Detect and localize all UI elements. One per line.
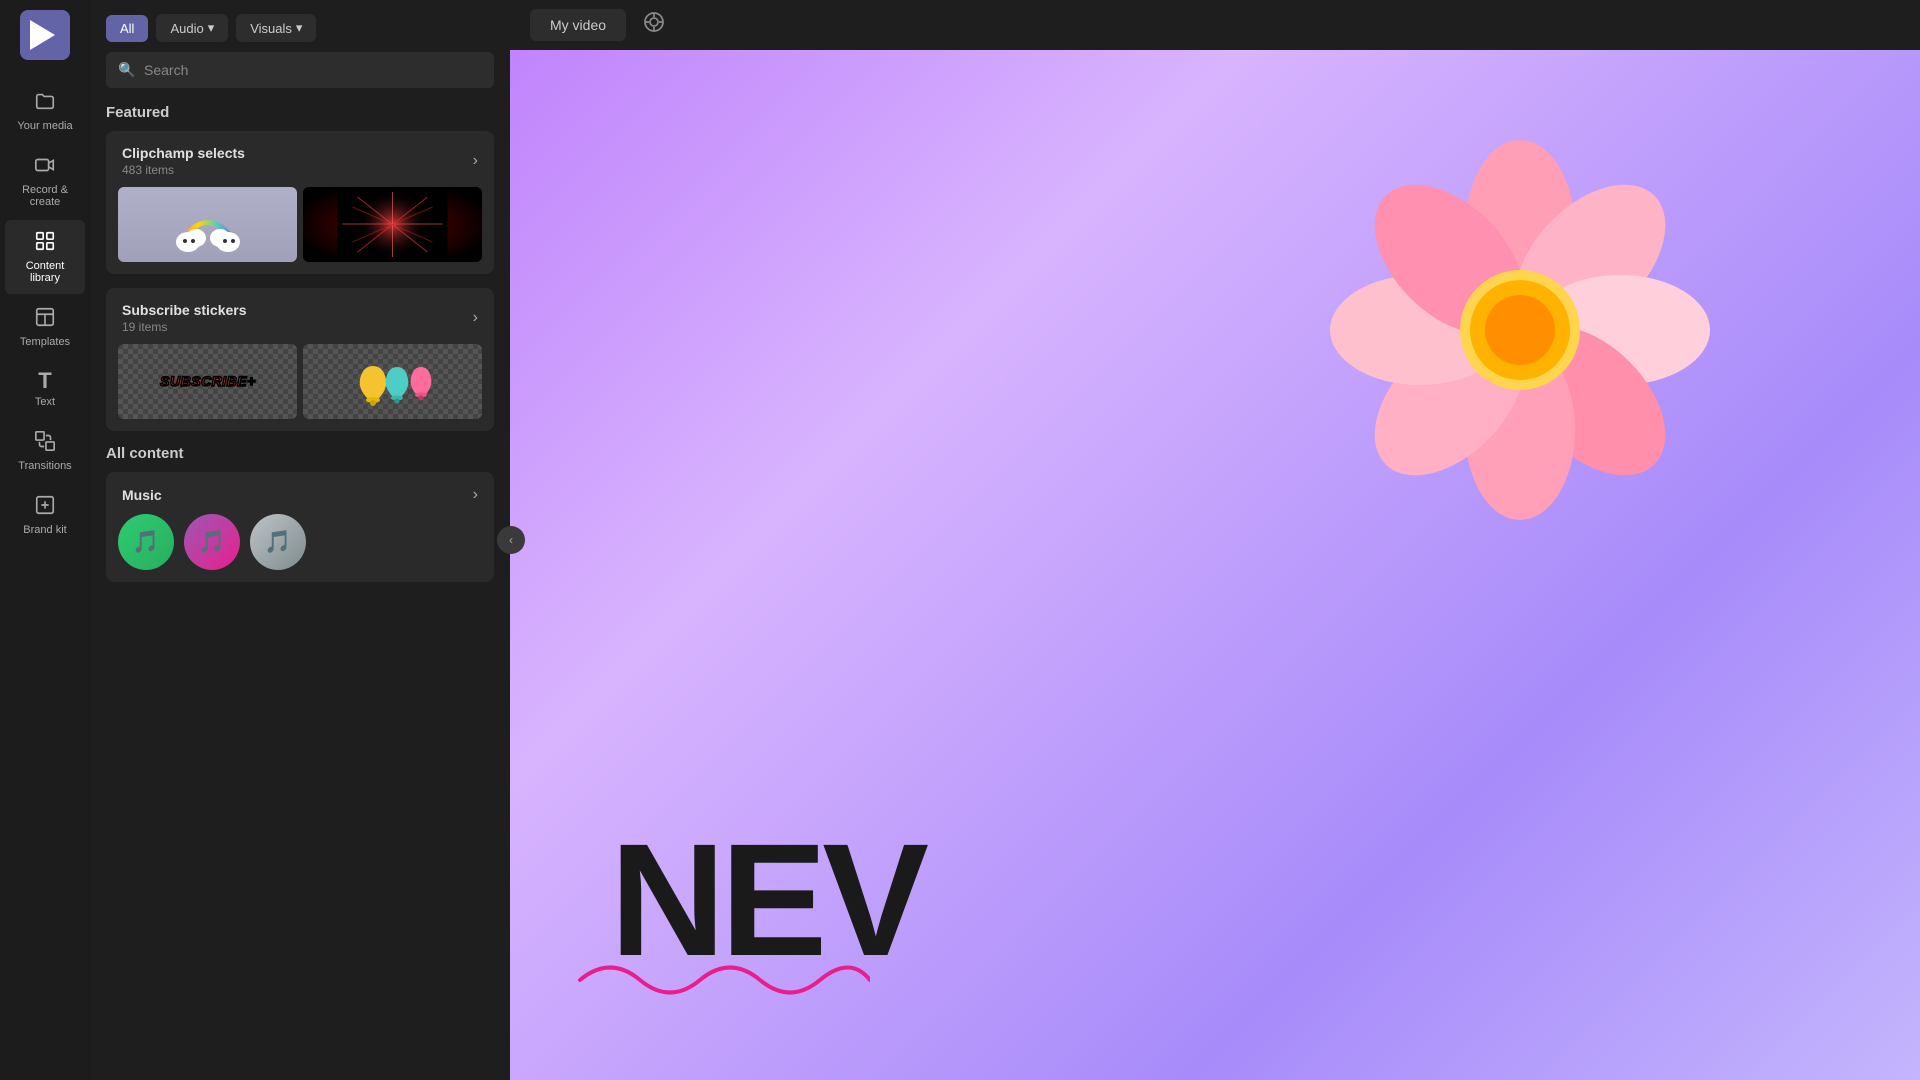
sidebar-item-label: Contentlibrary bbox=[26, 260, 65, 284]
search-input[interactable] bbox=[106, 52, 494, 88]
video-title-button[interactable]: My video bbox=[530, 9, 626, 41]
sidebar-item-record-create[interactable]: Record &create bbox=[5, 144, 85, 218]
chevron-right-icon: › bbox=[473, 486, 478, 504]
sidebar-item-label: Templates bbox=[20, 336, 70, 348]
search-icon: 🔍 bbox=[118, 62, 135, 79]
content-panel: All Audio ▾ Visuals ▾ 🔍 Featured Clipcha… bbox=[90, 0, 510, 1080]
collapse-panel-button[interactable]: ‹ bbox=[497, 526, 525, 554]
preview-header: My video bbox=[510, 0, 1920, 50]
filter-visuals-button[interactable]: Visuals ▾ bbox=[236, 14, 316, 42]
thumbnail-subscribe-text: SUBSCRIBE+ bbox=[118, 344, 297, 419]
subscribe-stickers-card: Subscribe stickers 19 items › bbox=[106, 288, 494, 431]
subscribe-stickers-title: Subscribe stickers bbox=[122, 302, 247, 318]
preview-area: My video bbox=[510, 0, 1920, 1080]
chevron-right-icon: › bbox=[473, 309, 478, 327]
filter-all-button[interactable]: All bbox=[106, 15, 148, 42]
thumbnail-rainbow bbox=[118, 187, 297, 262]
music-card-header[interactable]: Music › bbox=[106, 472, 494, 514]
folder-icon bbox=[34, 90, 56, 116]
chevron-down-icon: ▾ bbox=[208, 20, 215, 36]
panel-scroll-area[interactable]: Featured Clipchamp selects 483 items › bbox=[90, 100, 510, 1080]
clipchamp-selects-header[interactable]: Clipchamp selects 483 items › bbox=[106, 131, 494, 187]
sidebar-item-brand-kit[interactable]: Brand kit bbox=[5, 484, 85, 546]
sidebar-item-content-library[interactable]: Contentlibrary bbox=[5, 220, 85, 294]
sidebar: Your media Record &create Contentlibrary bbox=[0, 0, 90, 1080]
filter-bar: All Audio ▾ Visuals ▾ bbox=[90, 0, 510, 52]
sidebar-item-transitions[interactable]: Transitions bbox=[5, 420, 85, 482]
sidebar-item-your-media[interactable]: Your media bbox=[5, 80, 85, 142]
thumbnail-bells bbox=[303, 344, 482, 419]
music-icon-2[interactable]: 🎵 bbox=[184, 514, 240, 570]
preview-settings-button[interactable] bbox=[642, 10, 666, 40]
sidebar-item-label: Record &create bbox=[22, 184, 68, 208]
preview-canvas: NEV bbox=[510, 50, 1920, 1080]
text-icon: T bbox=[38, 370, 51, 392]
chevron-right-icon: › bbox=[473, 152, 478, 170]
transitions-icon bbox=[34, 430, 56, 456]
music-circles: 🎵 🎵 🎵 bbox=[106, 514, 494, 582]
filter-audio-button[interactable]: Audio ▾ bbox=[156, 14, 228, 42]
video-icon bbox=[34, 154, 56, 180]
sidebar-item-label: Text bbox=[35, 396, 55, 408]
featured-section-label: Featured bbox=[106, 104, 494, 121]
music-card: Music › 🎵 🎵 🎵 bbox=[106, 472, 494, 582]
flower-decoration bbox=[1320, 130, 1720, 530]
subscribe-stickers-header[interactable]: Subscribe stickers 19 items › bbox=[106, 288, 494, 344]
sidebar-item-label: Your media bbox=[17, 120, 72, 132]
chevron-down-icon: ▾ bbox=[296, 20, 303, 36]
clipchamp-selects-card: Clipchamp selects 483 items › bbox=[106, 131, 494, 274]
sidebar-item-templates[interactable]: Templates bbox=[5, 296, 85, 358]
music-card-title: Music bbox=[122, 487, 162, 503]
app-logo[interactable] bbox=[20, 10, 70, 60]
thumbnail-sparkle bbox=[303, 187, 482, 262]
sidebar-item-label: Transitions bbox=[18, 460, 71, 472]
templates-icon bbox=[34, 306, 56, 332]
sidebar-item-label: Brand kit bbox=[23, 524, 66, 536]
brand-kit-icon bbox=[34, 494, 56, 520]
search-bar: 🔍 bbox=[106, 52, 494, 88]
content-library-icon bbox=[34, 230, 56, 256]
clipchamp-selects-count: 483 items bbox=[122, 163, 245, 177]
music-icon-1[interactable]: 🎵 bbox=[118, 514, 174, 570]
subscribe-stickers-thumbnails: SUBSCRIBE+ bbox=[106, 344, 494, 431]
subscribe-stickers-count: 19 items bbox=[122, 320, 247, 334]
svg-text:SUBSCRIBE+: SUBSCRIBE+ bbox=[160, 373, 256, 389]
clipchamp-selects-thumbnails bbox=[106, 187, 494, 274]
music-icon-3[interactable]: 🎵 bbox=[250, 514, 306, 570]
squiggle-decoration bbox=[570, 950, 870, 1020]
sidebar-item-text[interactable]: T Text bbox=[5, 360, 85, 418]
clipchamp-selects-title: Clipchamp selects bbox=[122, 145, 245, 161]
all-content-label: All content bbox=[106, 445, 494, 462]
